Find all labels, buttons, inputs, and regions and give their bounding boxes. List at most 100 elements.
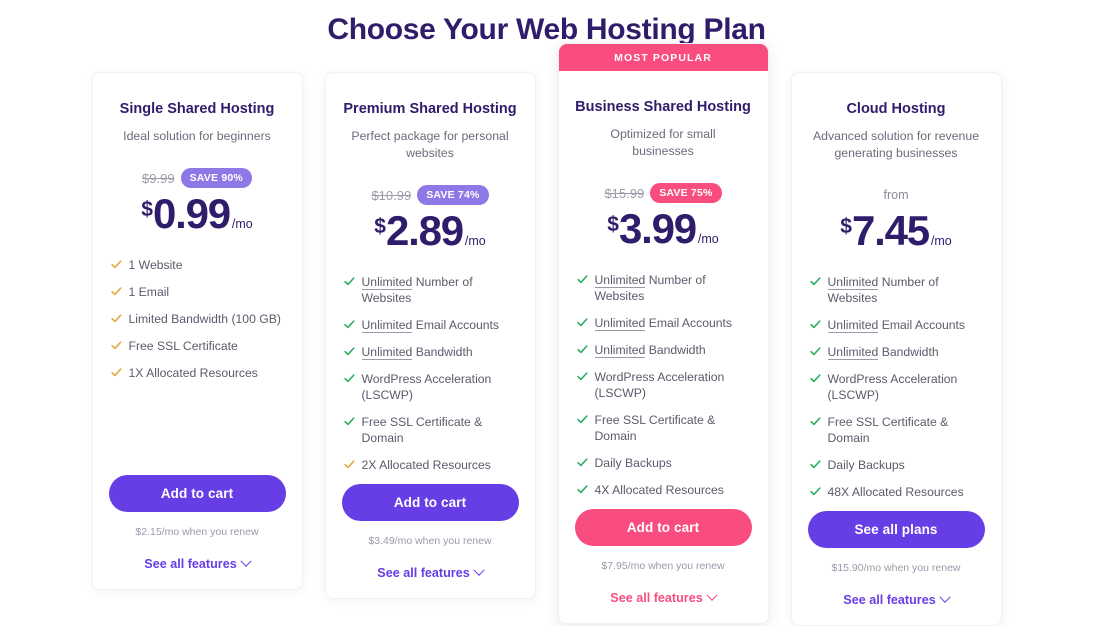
feature-text: Unlimited Number of Websites	[594, 272, 752, 304]
check-icon	[343, 416, 355, 427]
feature-item: Unlimited Number of Websites	[809, 274, 985, 306]
feature-text: 4X Allocated Resources	[595, 482, 752, 498]
add-to-cart-button[interactable]: Add to cart	[108, 475, 286, 512]
feature-label: 1 Website	[128, 258, 183, 272]
price-amount: 7.45	[851, 207, 930, 254]
chevron-down-icon	[706, 589, 718, 601]
feature-highlight: Unlimited	[594, 273, 646, 288]
feature-text: Unlimited Bandwidth	[827, 344, 985, 360]
see-all-features-label: See all features	[377, 566, 470, 580]
feature-text: Free SSL Certificate	[129, 338, 286, 354]
price-amount: 3.99	[618, 205, 697, 252]
feature-item: WordPress Acceleration (LSCWP)	[343, 371, 519, 403]
feature-label: Free SSL Certificate & Domain	[827, 415, 949, 445]
feature-text: Unlimited Email Accounts	[827, 317, 985, 333]
feature-text: Unlimited Number of Websites	[827, 274, 985, 306]
check-icon	[343, 319, 355, 330]
feature-item: 48X Allocated Resources	[809, 484, 985, 500]
check-icon	[343, 276, 355, 287]
feature-text: Limited Bandwidth (100 GB)	[129, 311, 286, 327]
feature-text: Unlimited Email Accounts	[594, 315, 752, 331]
plan-name: Premium Shared Hosting	[343, 101, 517, 117]
chevron-down-icon	[939, 591, 951, 603]
see-all-features-link[interactable]: See all features	[144, 555, 252, 571]
card-header: Business Shared Hosting Optimized for sma…	[559, 71, 768, 160]
feature-text: Daily Backups	[595, 455, 752, 471]
feature-label: 1 Email	[128, 285, 170, 299]
price-period: /mo	[697, 232, 719, 246]
feature-text: Unlimited Bandwidth	[594, 342, 752, 358]
feature-highlight: Unlimited	[827, 318, 879, 333]
feature-item: WordPress Acceleration (LSCWP)	[809, 371, 985, 403]
see-all-features-link[interactable]: See all features	[843, 591, 951, 607]
check-icon	[343, 459, 355, 470]
feature-item: Free SSL Certificate & Domain	[576, 412, 752, 444]
feature-label: Daily Backups	[827, 458, 905, 472]
check-icon	[343, 373, 355, 384]
price-block: from $7.45/mo	[792, 184, 1001, 252]
original-price: $9.99	[142, 170, 175, 186]
check-icon	[110, 286, 122, 297]
card-footer: See all plans $15.90/mo when you renew See…	[792, 511, 1001, 625]
save-badge: SAVE 90%	[180, 168, 252, 188]
price-block: $15.99 SAVE 75% $3.99/mo	[559, 182, 768, 250]
feature-label: Free SSL Certificate & Domain	[594, 413, 716, 443]
current-price: $2.89/mo	[336, 210, 525, 252]
renewal-note: $2.15/mo when you renew	[135, 526, 259, 538]
chevron-down-icon	[240, 555, 252, 567]
price-amount: 0.99	[152, 190, 231, 237]
feature-label: 48X Allocated Resources	[827, 485, 964, 499]
feature-item: Daily Backups	[576, 455, 752, 471]
save-badge: SAVE 74%	[417, 185, 489, 205]
feature-text: 1X Allocated Resources	[129, 365, 286, 381]
feature-item: Free SSL Certificate & Domain	[343, 414, 519, 446]
feature-text: Daily Backups	[828, 457, 985, 473]
check-icon	[809, 486, 821, 497]
feature-highlight: Unlimited	[361, 275, 413, 290]
feature-item: Unlimited Number of Websites	[343, 274, 519, 306]
feature-label: Free SSL Certificate & Domain	[361, 415, 483, 445]
plan-name: Business Shared Hosting	[575, 99, 751, 115]
add-to-cart-button[interactable]: Add to cart	[341, 484, 519, 521]
card-header: Premium Shared Hosting Perfect package fo…	[326, 73, 535, 162]
feature-label: WordPress Acceleration (LSCWP)	[361, 372, 492, 402]
feature-list: Unlimited Number of Websites Unlimited Em…	[792, 274, 1001, 511]
feature-item: Free SSL Certificate & Domain	[809, 414, 985, 446]
renewal-note: $3.49/mo when you renew	[368, 535, 492, 547]
check-icon	[809, 459, 821, 470]
feature-list: Unlimited Number of Websites Unlimited Em…	[559, 272, 768, 509]
see-all-features-link[interactable]: See all features	[610, 589, 718, 605]
renewal-note: $7.95/mo when you renew	[601, 560, 725, 572]
add-to-cart-button[interactable]: Add to cart	[574, 509, 752, 546]
plan-name: Single Shared Hosting	[119, 101, 275, 117]
check-icon	[110, 340, 122, 351]
feature-item: Unlimited Email Accounts	[809, 317, 985, 333]
currency-symbol: $	[607, 213, 619, 236]
add-to-cart-button[interactable]: See all plans	[807, 511, 985, 548]
check-icon	[809, 416, 821, 427]
feature-item: Unlimited Email Accounts	[576, 315, 752, 331]
pricing-card: Premium Shared Hosting Perfect package fo…	[324, 72, 536, 599]
feature-label: 1X Allocated Resources	[128, 366, 258, 380]
feature-item: Free SSL Certificate	[110, 338, 286, 354]
check-icon	[809, 373, 821, 384]
plan-description: Ideal solution for beginners	[123, 129, 271, 143]
pricing-card: Cloud Hosting Advanced solution for reven…	[790, 72, 1002, 626]
feature-text: WordPress Acceleration (LSCWP)	[828, 371, 985, 403]
see-all-features-label: See all features	[610, 591, 703, 605]
plan-description: Perfect package for personal websites	[351, 129, 509, 160]
chevron-down-icon	[473, 564, 485, 576]
price-period: /mo	[231, 217, 253, 231]
feature-label: Daily Backups	[594, 456, 672, 470]
card-header: Single Shared Hosting Ideal solution for …	[93, 73, 302, 145]
pricing-cards-row: Single Shared Hosting Ideal solution for …	[0, 43, 1093, 626]
feature-item: WordPress Acceleration (LSCWP)	[576, 369, 752, 401]
feature-label: Email Accounts	[412, 318, 500, 332]
see-all-features-link[interactable]: See all features	[377, 564, 485, 580]
feature-item: Limited Bandwidth (100 GB)	[110, 311, 286, 327]
feature-item: 1X Allocated Resources	[110, 365, 286, 381]
feature-item: 1 Email	[110, 284, 286, 300]
feature-text: Free SSL Certificate & Domain	[595, 412, 752, 444]
feature-item: Unlimited Bandwidth	[576, 342, 752, 358]
feature-label: Bandwidth	[878, 345, 939, 359]
